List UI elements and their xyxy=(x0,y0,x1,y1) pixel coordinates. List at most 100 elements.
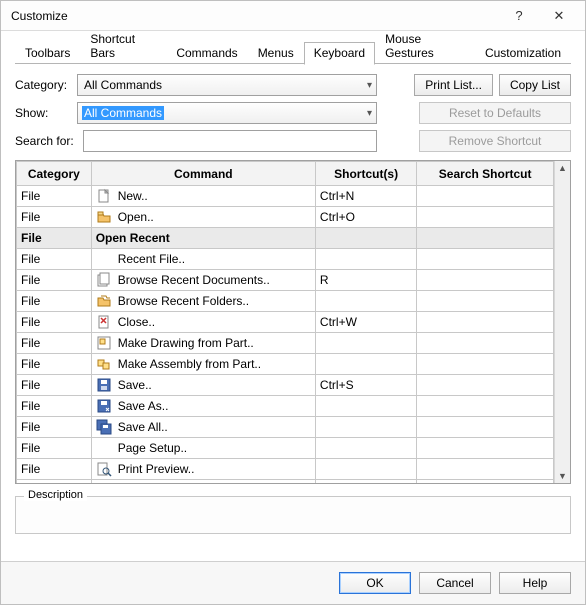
help-icon[interactable]: ? xyxy=(499,5,539,27)
cell-category: File xyxy=(17,333,92,354)
cell-shortcut xyxy=(315,354,416,375)
cell-search-shortcut xyxy=(417,480,554,484)
reset-defaults-button[interactable]: Reset to Defaults xyxy=(419,102,571,124)
th-command[interactable]: Command xyxy=(91,162,315,186)
cell-search-shortcut xyxy=(417,438,554,459)
table-row[interactable]: FileMake Assembly from Part.. xyxy=(17,354,554,375)
table-row[interactable]: FileSave As.. xyxy=(17,396,554,417)
table-row[interactable]: File Open.. Ctrl+O xyxy=(17,207,554,228)
table-row[interactable]: FilePage Setup.. xyxy=(17,438,554,459)
commands-table-wrap: Category Command Shortcut(s) Search Shor… xyxy=(15,160,571,484)
cell-search-shortcut xyxy=(417,228,554,249)
search-input[interactable] xyxy=(83,130,377,152)
cell-search-shortcut xyxy=(417,186,554,207)
tab-keyboard[interactable]: Keyboard xyxy=(304,42,375,65)
cell-command: Browse Recent Folders.. xyxy=(91,291,315,312)
table-row[interactable]: FilePrint Preview.. xyxy=(17,459,554,480)
cell-shortcut: Ctrl+P xyxy=(315,480,416,484)
cell-search-shortcut xyxy=(417,333,554,354)
ok-button[interactable]: OK xyxy=(339,572,411,594)
table-row[interactable]: FileOpen Recent xyxy=(17,228,554,249)
cell-command: Save As.. xyxy=(91,396,315,417)
table-row[interactable]: File Close.. Ctrl+W xyxy=(17,312,554,333)
tab-menus[interactable]: Menus xyxy=(248,42,304,64)
cell-shortcut: Ctrl+W xyxy=(315,312,416,333)
cell-shortcut xyxy=(315,291,416,312)
search-label: Search for: xyxy=(15,134,77,148)
th-category[interactable]: Category xyxy=(17,162,92,186)
table-row[interactable]: FileRecent File.. xyxy=(17,249,554,270)
table-row[interactable]: File Save All.. xyxy=(17,417,554,438)
cell-category: File xyxy=(17,228,92,249)
new-icon xyxy=(96,188,112,204)
row-show: Show: All Commands ▾ Reset to Defaults xyxy=(15,102,571,124)
tab-commands[interactable]: Commands xyxy=(166,42,247,64)
cell-command: Close.. xyxy=(91,312,315,333)
help-button[interactable]: Help xyxy=(499,572,571,594)
table-row[interactable]: FileBrowse Recent Folders.. xyxy=(17,291,554,312)
table-row[interactable]: FileNew..Ctrl+N xyxy=(17,186,554,207)
commands-table-scroll: Category Command Shortcut(s) Search Shor… xyxy=(16,161,554,483)
command-text: Open.. xyxy=(118,210,154,224)
show-combo[interactable]: All Commands ▾ xyxy=(77,102,377,124)
cell-command: Browse Recent Documents.. xyxy=(91,270,315,291)
th-search-shortcut[interactable]: Search Shortcut xyxy=(417,162,554,186)
saveall-icon xyxy=(96,419,112,435)
open-icon xyxy=(96,209,112,225)
command-text: Page Setup.. xyxy=(118,441,187,455)
tab-shortcut-bars[interactable]: Shortcut Bars xyxy=(80,28,166,64)
cell-category: File xyxy=(17,312,92,333)
cancel-button[interactable]: Cancel xyxy=(419,572,491,594)
cell-category: File xyxy=(17,417,92,438)
table-row[interactable]: FileBrowse Recent Documents..R xyxy=(17,270,554,291)
cell-command: New.. xyxy=(91,186,315,207)
table-row[interactable]: FilePrint..Ctrl+P xyxy=(17,480,554,484)
tab-toolbars[interactable]: Toolbars xyxy=(15,42,80,64)
cell-category: File xyxy=(17,270,92,291)
command-text: Make Drawing from Part.. xyxy=(118,336,254,350)
cell-search-shortcut xyxy=(417,312,554,333)
cell-category: File xyxy=(17,480,92,484)
cell-shortcut: Ctrl+N xyxy=(315,186,416,207)
category-combo[interactable]: All Commands ▾ xyxy=(77,74,377,96)
table-row[interactable]: File Make Drawing from Part.. xyxy=(17,333,554,354)
mdp-icon xyxy=(96,335,112,351)
cell-shortcut: Ctrl+O xyxy=(315,207,416,228)
table-row[interactable]: FileSave..Ctrl+S xyxy=(17,375,554,396)
command-text: Save All.. xyxy=(118,420,168,434)
scroll-down-icon[interactable]: ▼ xyxy=(558,471,567,481)
chevron-down-icon: ▾ xyxy=(361,108,372,119)
content-area: Category: All Commands ▾ Print List... C… xyxy=(1,64,585,561)
cell-search-shortcut xyxy=(417,417,554,438)
tab-mouse-gestures[interactable]: Mouse Gestures xyxy=(375,28,475,64)
print-list-button[interactable]: Print List... xyxy=(414,74,493,96)
cell-category: File xyxy=(17,459,92,480)
cell-search-shortcut xyxy=(417,375,554,396)
remove-shortcut-button[interactable]: Remove Shortcut xyxy=(419,130,571,152)
command-text: Close.. xyxy=(118,315,155,329)
cell-shortcut xyxy=(315,417,416,438)
command-text: Save.. xyxy=(118,378,152,392)
close-icon[interactable]: ✕ xyxy=(539,5,579,27)
cell-search-shortcut xyxy=(417,207,554,228)
map-icon xyxy=(96,356,112,372)
save-icon xyxy=(96,377,112,393)
brd-icon xyxy=(96,272,112,288)
category-label: Category: xyxy=(15,78,71,92)
preview-icon xyxy=(96,461,112,477)
cell-category: File xyxy=(17,207,92,228)
command-text: Make Assembly from Part.. xyxy=(118,357,261,371)
row-category: Category: All Commands ▾ Print List... C… xyxy=(15,74,571,96)
scroll-up-icon[interactable]: ▲ xyxy=(558,163,567,173)
cell-search-shortcut xyxy=(417,459,554,480)
vertical-scrollbar[interactable]: ▲ ▼ xyxy=(554,161,570,483)
titlebar: Customize ? ✕ xyxy=(1,1,585,31)
copy-list-button[interactable]: Copy List xyxy=(499,74,571,96)
tab-customization[interactable]: Customization xyxy=(475,42,571,64)
cell-command: Make Assembly from Part.. xyxy=(91,354,315,375)
th-shortcuts[interactable]: Shortcut(s) xyxy=(315,162,416,186)
cell-category: File xyxy=(17,186,92,207)
cell-category: File xyxy=(17,249,92,270)
cell-command: Save.. xyxy=(91,375,315,396)
cell-category: File xyxy=(17,396,92,417)
